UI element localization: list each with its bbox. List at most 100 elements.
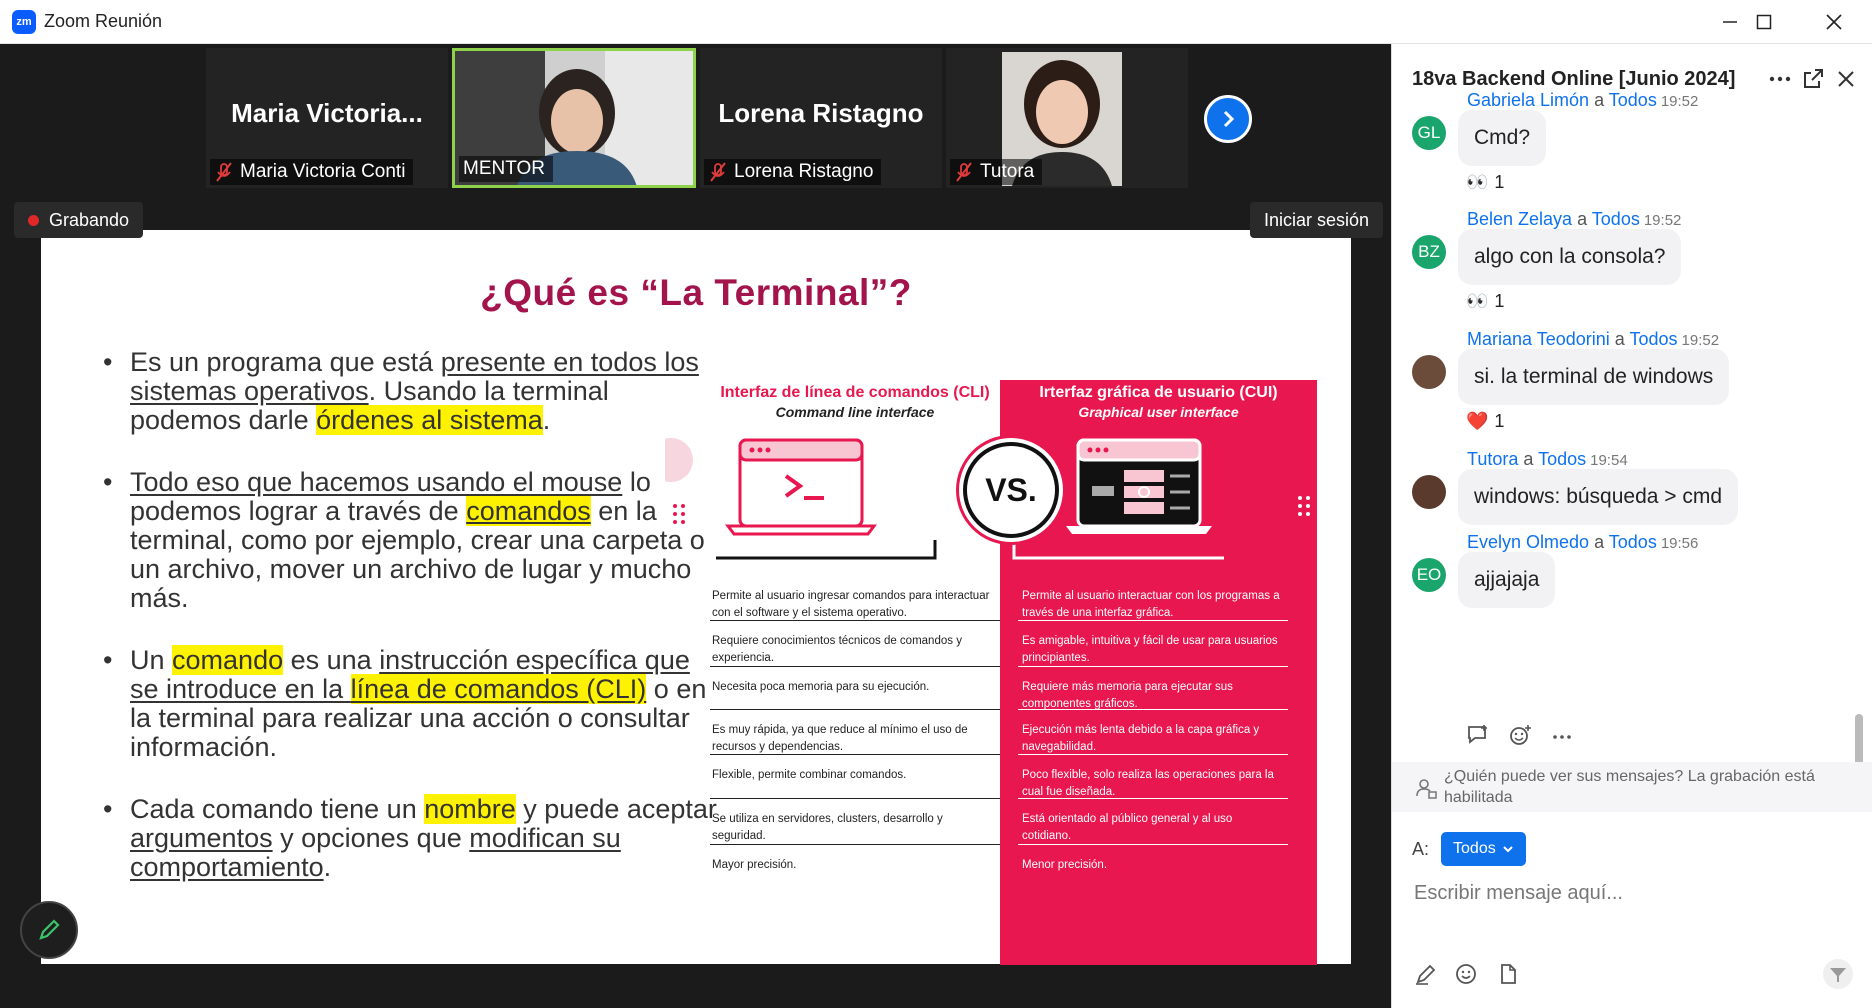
muted-mic-icon bbox=[708, 162, 728, 182]
message-meta: Gabriela Limón a Todos 19:52 bbox=[1467, 90, 1698, 111]
message-bubble[interactable]: windows: búsqueda > cmd bbox=[1458, 469, 1739, 525]
reaction-count: 1 bbox=[1494, 172, 1505, 192]
more-icon bbox=[1553, 735, 1571, 739]
slide-bullet-list: Es un programa que está presente en todo… bbox=[103, 348, 723, 915]
chevron-right-icon bbox=[1223, 110, 1235, 128]
privacy-notice[interactable]: ¿Quién puede ver sus mensajes? La grabac… bbox=[1392, 762, 1872, 812]
decorative-dots bbox=[665, 438, 693, 524]
reaction-badge[interactable]: ❤️ 1 bbox=[1466, 411, 1504, 432]
reply-icon bbox=[1468, 725, 1487, 744]
message-meta: Mariana Teodorini a Todos 19:52 bbox=[1467, 329, 1719, 350]
cli-column: Interfaz de línea de comandos (CLI) Comm… bbox=[710, 380, 1000, 970]
meeting-video-area: Maria Victoria... Maria Victoria Conti M… bbox=[0, 44, 1391, 1008]
cli-row: Es muy rápida, ya que reduce al mínimo e… bbox=[710, 709, 1000, 756]
login-button[interactable]: Iniciar sesión bbox=[1250, 202, 1384, 238]
message-bubble[interactable]: Cmd? bbox=[1458, 110, 1547, 166]
avatar: GL bbox=[1412, 116, 1446, 150]
gui-row: Poco flexible, solo realiza las operacio… bbox=[1018, 754, 1288, 801]
message-input[interactable]: Escribir mensaje aquí... bbox=[1414, 882, 1623, 905]
next-participants-button[interactable] bbox=[1204, 95, 1252, 143]
pop-out-button[interactable] bbox=[1798, 64, 1828, 94]
user-lock-icon bbox=[1416, 779, 1437, 799]
reaction-count: 1 bbox=[1494, 291, 1505, 311]
gui-row: Menor precisión. bbox=[1018, 844, 1288, 874]
participant-strip: Maria Victoria... Maria Victoria Conti M… bbox=[0, 44, 1391, 190]
participant-display-name: Maria Victoria... bbox=[231, 98, 423, 128]
maximize-button[interactable] bbox=[1746, 8, 1782, 36]
pencil-icon bbox=[39, 919, 60, 940]
message-target[interactable]: Todos bbox=[1629, 329, 1677, 349]
reaction-badge[interactable]: 👀 1 bbox=[1466, 172, 1504, 193]
message-bubble[interactable]: si. la terminal de windows bbox=[1458, 349, 1730, 405]
more-icon bbox=[1769, 76, 1791, 82]
more-message-options-button[interactable] bbox=[1550, 724, 1574, 746]
gui-row: Permite al usuario interactuar con los p… bbox=[1022, 590, 1280, 619]
avatar bbox=[1412, 355, 1446, 389]
participant-caption-text: Maria Victoria Conti bbox=[240, 161, 406, 182]
message-target[interactable]: Todos bbox=[1609, 90, 1657, 110]
message-target[interactable]: Todos bbox=[1609, 532, 1657, 552]
sender-name[interactable]: Evelyn Olmedo bbox=[1467, 532, 1589, 552]
gui-row: Está orientado al público general y al u… bbox=[1018, 798, 1288, 845]
message-time: 19:52 bbox=[1643, 212, 1682, 229]
message-bubble[interactable]: ajjajaja bbox=[1458, 552, 1556, 608]
participant-tile-lorena[interactable]: Lorena Ristagno Lorena Ristagno bbox=[700, 48, 942, 188]
recipient-label: A: bbox=[1412, 838, 1430, 859]
format-text-button[interactable] bbox=[1414, 962, 1438, 986]
recording-indicator[interactable]: Grabando bbox=[14, 202, 144, 238]
participant-caption-text: Tutora bbox=[980, 161, 1035, 182]
recipient-dropdown[interactable]: Todos bbox=[1441, 832, 1526, 866]
zoom-logo-icon: zm bbox=[12, 10, 36, 34]
pop-out-icon bbox=[1804, 69, 1823, 88]
annotate-button[interactable] bbox=[20, 901, 78, 959]
format-icon bbox=[1416, 964, 1436, 985]
add-reaction-button[interactable] bbox=[1508, 724, 1532, 746]
message-actions bbox=[1466, 724, 1574, 746]
more-options-button[interactable] bbox=[1765, 64, 1795, 94]
reply-button[interactable] bbox=[1466, 724, 1490, 746]
participant-tile-tutora[interactable]: Tutora bbox=[946, 48, 1188, 188]
sender-name[interactable]: Belen Zelaya bbox=[1467, 209, 1572, 229]
participant-caption-text: MENTOR bbox=[463, 158, 545, 179]
participant-caption: Maria Victoria Conti bbox=[210, 159, 414, 185]
vs-badge: VS. bbox=[963, 442, 1059, 538]
recording-dot-icon bbox=[28, 214, 39, 226]
message-target[interactable]: Todos bbox=[1538, 449, 1586, 469]
bullet-4: Cada comando tiene un nombre y puede ace… bbox=[103, 794, 723, 882]
message-time: 19:56 bbox=[1660, 535, 1699, 552]
participant-tile-mentor[interactable]: MENTOR bbox=[452, 48, 696, 188]
cli-row: Necesita poca memoria para su ejecución. bbox=[710, 666, 1000, 696]
send-button[interactable] bbox=[1822, 958, 1854, 990]
chat-scrollbar[interactable] bbox=[1855, 714, 1863, 768]
emoji-button[interactable] bbox=[1454, 962, 1478, 986]
attach-file-button[interactable] bbox=[1496, 962, 1520, 986]
sender-name[interactable]: Gabriela Limón bbox=[1467, 90, 1589, 110]
participant-tile-maria[interactable]: Maria Victoria... Maria Victoria Conti bbox=[206, 48, 448, 188]
cli-row: Requiere conocimientos técnicos de coman… bbox=[710, 620, 1000, 667]
bullet-2: Todo eso que hacemos usando el mouse lo … bbox=[103, 468, 723, 613]
muted-mic-icon bbox=[214, 162, 234, 182]
to-word: a bbox=[1594, 532, 1605, 552]
close-window-button[interactable] bbox=[1816, 8, 1852, 36]
compose-toolbar bbox=[1414, 959, 1854, 1002]
chevron-down-icon bbox=[1503, 846, 1513, 853]
bullet-3: Un comando es una instrucción específica… bbox=[103, 645, 723, 762]
reaction-emoji-icon: ❤️ bbox=[1466, 411, 1489, 431]
message-target[interactable]: Todos bbox=[1592, 209, 1640, 229]
send-icon bbox=[1823, 959, 1853, 989]
sender-name[interactable]: Mariana Teodorini bbox=[1467, 329, 1610, 349]
minimize-button[interactable] bbox=[1712, 8, 1748, 36]
reaction-badge[interactable]: 👀 1 bbox=[1466, 291, 1504, 312]
gui-subtitle: Graphical user interface bbox=[1078, 404, 1239, 420]
sender-name[interactable]: Tutora bbox=[1467, 449, 1518, 469]
message-bubble[interactable]: algo con la consola? bbox=[1458, 229, 1682, 285]
recipient-value: Todos bbox=[1453, 840, 1496, 857]
close-chat-button[interactable] bbox=[1831, 64, 1861, 94]
message-meta: Tutora a Todos 19:54 bbox=[1467, 449, 1628, 470]
message-meta: Belen Zelaya a Todos 19:52 bbox=[1467, 209, 1681, 230]
reaction-emoji-icon: 👀 bbox=[1466, 172, 1489, 192]
cli-subtitle: Command line interface bbox=[775, 404, 935, 420]
gui-row: Es amigable, intuitiva y fácil de usar p… bbox=[1018, 620, 1288, 667]
recording-label: Grabando bbox=[49, 209, 130, 230]
window-title: Zoom Reunión bbox=[44, 11, 163, 31]
